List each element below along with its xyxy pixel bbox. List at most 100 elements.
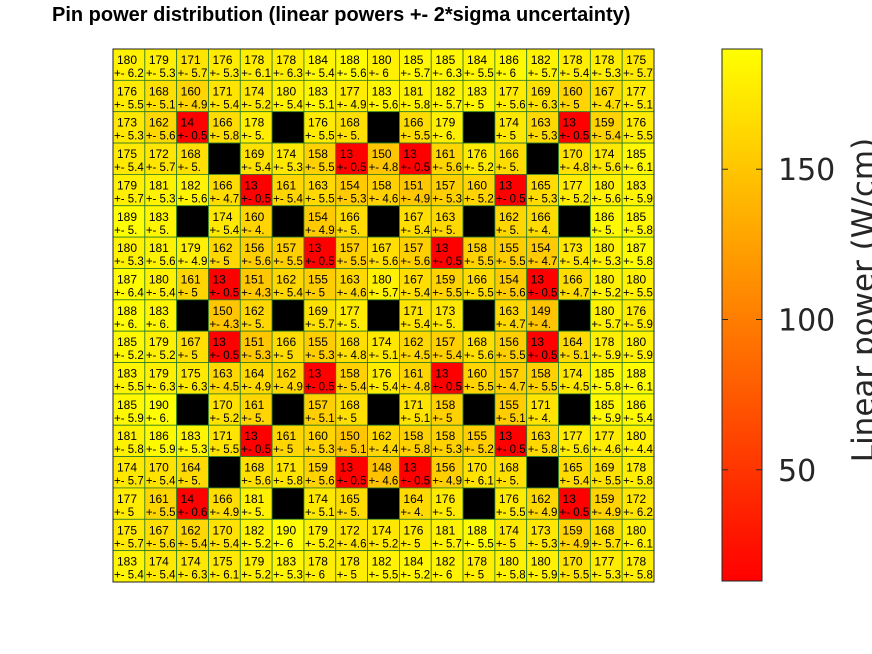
pin-power-label: 180 (594, 272, 614, 286)
pin-uncertainty-label: +- 5.9 (623, 193, 653, 205)
pin-power-label: 171 (212, 84, 232, 98)
pin-power-label: 155 (467, 429, 487, 443)
pin-uncertainty-label: +- 5.7 (114, 538, 144, 550)
empty-cell (208, 456, 241, 489)
pin-power-label: 174 (499, 523, 519, 537)
pin-power-label: 168 (340, 335, 360, 349)
pin-uncertainty-label: +- 5.8 (400, 99, 430, 111)
pin-power-label: 157 (308, 398, 328, 412)
pin-uncertainty-label: +- 5.5 (305, 162, 335, 174)
pin-power-label: 180 (372, 53, 392, 67)
empty-cell (462, 111, 496, 144)
pin-uncertainty-label: +- 5.7 (400, 68, 430, 80)
pin-power-label: 166 (212, 116, 232, 130)
empty-cell (271, 393, 305, 426)
pin-uncertainty-label: +- 0.5 (432, 382, 462, 394)
pin-uncertainty-label: +- 5.5 (432, 287, 462, 299)
pin-uncertainty-label: +- 5.4 (337, 382, 367, 394)
pin-power-label: 178 (563, 53, 583, 67)
pin-uncertainty-label: +- 5.4 (273, 287, 303, 299)
pin-power-label: 158 (435, 429, 455, 443)
pin-uncertainty-label: +- 0.5 (496, 193, 526, 205)
pin-uncertainty-label: +- 5. (146, 225, 169, 237)
pin-power-label: 178 (467, 555, 487, 569)
pin-power-label: 162 (372, 429, 392, 443)
pin-uncertainty-label: +- 5 (496, 538, 516, 550)
pin-uncertainty-label: +- 6.2 (114, 68, 144, 80)
pin-power-label: 185 (594, 367, 614, 381)
pin-power-label: 177 (340, 304, 360, 318)
pin-uncertainty-label: +- 6 (496, 68, 516, 80)
pin-power-label: 160 (181, 84, 201, 98)
pin-uncertainty-label: +- 5.4 (305, 68, 335, 80)
pin-uncertainty-label: +- 5.6 (178, 193, 208, 205)
pin-uncertainty-label: +- 4.8 (337, 350, 367, 362)
pin-power-label: 165 (340, 492, 360, 506)
pin-power-label: 178 (594, 335, 614, 349)
pin-power-label: 182 (531, 53, 551, 67)
pin-power-label: 169 (531, 84, 551, 98)
pin-uncertainty-label: +- 5.3 (337, 193, 367, 205)
pin-power-label: 168 (181, 147, 201, 161)
pin-uncertainty-label: +- 4.7 (560, 287, 590, 299)
pin-power-label: 13 (531, 335, 545, 349)
pin-power-label: 177 (340, 84, 360, 98)
pin-uncertainty-label: +- 5. (496, 476, 519, 488)
pin-uncertainty-label: +- 5.8 (623, 256, 653, 268)
pin-power-label: 167 (403, 272, 423, 286)
pin-uncertainty-label: +- 5.8 (623, 476, 653, 488)
pin-uncertainty-label: +- 0.5 (560, 507, 590, 519)
empty-cell (462, 487, 496, 520)
pin-power-label: 166 (563, 272, 583, 286)
pin-power-label: 159 (594, 492, 614, 506)
pin-uncertainty-label: +- 5.1 (623, 99, 653, 111)
pin-power-label: 179 (435, 116, 455, 130)
pin-power-label: 174 (594, 147, 614, 161)
pin-uncertainty-label: +- 5.7 (178, 68, 208, 80)
pin-uncertainty-label: +- 4.9 (178, 256, 208, 268)
pin-uncertainty-label: +- 4.9 (528, 507, 558, 519)
pin-power-label: 154 (499, 272, 519, 286)
pin-uncertainty-label: +- 5.4 (209, 99, 239, 111)
pin-power-label: 173 (563, 241, 583, 255)
pin-uncertainty-label: +- 5.3 (178, 444, 208, 456)
pin-power-label: 190 (149, 398, 169, 412)
pin-uncertainty-label: +- 5.2 (591, 287, 621, 299)
pin-power-label: 167 (403, 210, 423, 224)
pin-power-label: 163 (499, 304, 519, 318)
pin-uncertainty-label: +- 5.5 (591, 476, 621, 488)
pin-uncertainty-label: +- 5. (241, 507, 264, 519)
pin-power-label: 180 (117, 53, 137, 67)
pin-uncertainty-label: +- 5.2 (305, 538, 335, 550)
pin-uncertainty-label: +- 5.3 (528, 131, 558, 143)
pin-uncertainty-label: +- 5. (241, 413, 264, 425)
pin-uncertainty-label: +- 5.4 (273, 193, 303, 205)
pin-uncertainty-label: +- 5.5 (464, 287, 494, 299)
pin-power-label: 176 (467, 147, 487, 161)
pin-power-label: 178 (594, 53, 614, 67)
pin-uncertainty-label: +- 5.8 (273, 476, 303, 488)
pin-uncertainty-label: +- 5.5 (496, 350, 526, 362)
pin-uncertainty-label: +- 5.3 (432, 444, 462, 456)
pin-power-label: 187 (117, 272, 137, 286)
pin-power-label: 185 (626, 147, 646, 161)
pin-uncertainty-label: +- 5. (496, 225, 519, 237)
pin-power-label: 181 (435, 523, 455, 537)
pin-uncertainty-label: +- 6 (273, 538, 293, 550)
pin-power-label: 183 (149, 210, 169, 224)
pin-power-label: 188 (117, 304, 137, 318)
pin-power-label: 179 (244, 555, 264, 569)
pin-power-label: 13 (563, 116, 577, 130)
pin-power-label: 166 (467, 272, 487, 286)
pin-uncertainty-label: +- 4.8 (560, 162, 590, 174)
empty-cell (558, 205, 591, 238)
pin-power-label: 178 (626, 555, 646, 569)
pin-power-label: 188 (340, 53, 360, 67)
pin-power-label: 168 (149, 84, 169, 98)
pin-power-label: 180 (626, 523, 646, 537)
pin-uncertainty-label: +- 5.2 (464, 444, 494, 456)
pin-uncertainty-label: +- 5.6 (241, 256, 271, 268)
pin-uncertainty-label: +- 5.5 (464, 256, 494, 268)
pin-uncertainty-label: +- 0.6 (178, 507, 208, 519)
pin-power-label: 162 (531, 492, 551, 506)
